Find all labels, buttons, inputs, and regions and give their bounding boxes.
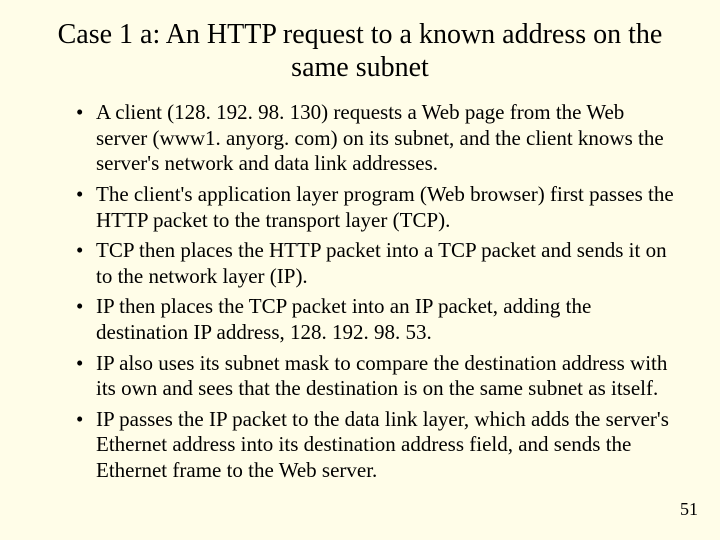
list-item: IP passes the IP packet to the data link… (76, 407, 680, 484)
list-item: IP also uses its subnet mask to compare … (76, 351, 680, 402)
page-number: 51 (680, 499, 698, 520)
slide-title: Case 1 a: An HTTP request to a known add… (40, 18, 680, 84)
list-item: A client (128. 192. 98. 130) requests a … (76, 100, 680, 177)
list-item: TCP then places the HTTP packet into a T… (76, 238, 680, 289)
list-item: IP then places the TCP packet into an IP… (76, 294, 680, 345)
list-item: The client's application layer program (… (76, 182, 680, 233)
bullet-list: A client (128. 192. 98. 130) requests a … (40, 100, 680, 484)
